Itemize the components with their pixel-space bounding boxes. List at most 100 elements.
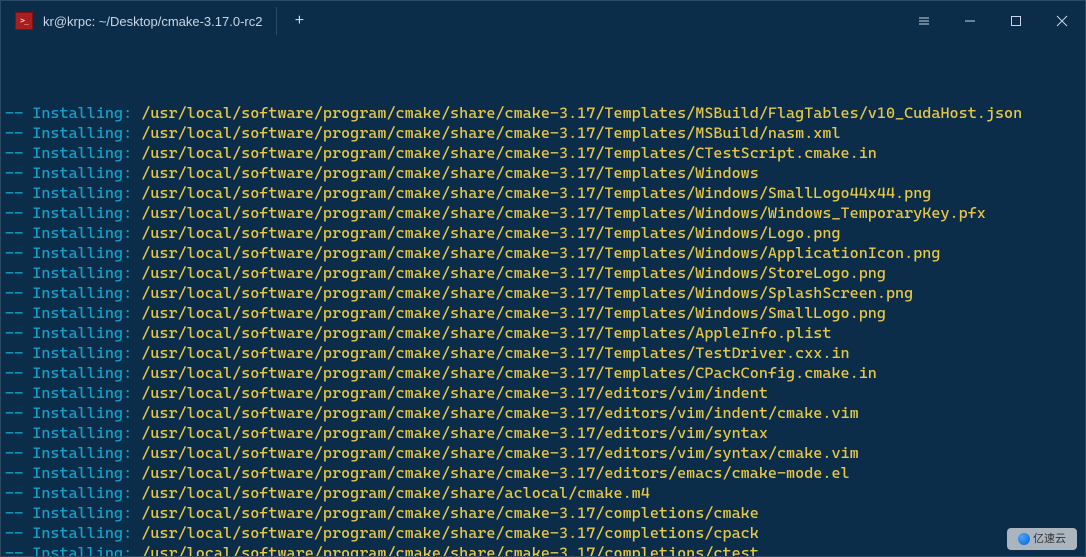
install-dashes: -- bbox=[5, 284, 32, 302]
install-dashes: -- bbox=[5, 144, 32, 162]
install-path: /usr/local/software/program/cmake/share/… bbox=[141, 184, 931, 202]
minimize-button[interactable] bbox=[947, 1, 993, 41]
install-dashes: -- bbox=[5, 204, 32, 222]
output-line: -- Installing: /usr/local/software/progr… bbox=[5, 543, 1081, 556]
install-path: /usr/local/software/program/cmake/share/… bbox=[141, 144, 877, 162]
titlebar-drag-area[interactable] bbox=[321, 1, 901, 41]
install-dashes: -- bbox=[5, 464, 32, 482]
install-label: Installing: bbox=[32, 284, 141, 302]
tab-active[interactable]: kr@krpc: ~/Desktop/cmake-3.17.0-rc2 bbox=[1, 1, 276, 41]
watermark-text: 亿速云 bbox=[1033, 529, 1066, 549]
install-label: Installing: bbox=[32, 244, 141, 262]
menu-button[interactable] bbox=[901, 1, 947, 41]
install-dashes: -- bbox=[5, 444, 32, 462]
install-dashes: -- bbox=[5, 524, 32, 542]
output-line: -- Installing: /usr/local/software/progr… bbox=[5, 363, 1081, 383]
install-path: /usr/local/software/program/cmake/share/… bbox=[141, 544, 759, 556]
install-label: Installing: bbox=[32, 304, 141, 322]
install-path: /usr/local/software/program/cmake/share/… bbox=[141, 504, 759, 522]
install-path: /usr/local/software/program/cmake/share/… bbox=[141, 224, 840, 242]
install-path: /usr/local/software/program/cmake/share/… bbox=[141, 444, 858, 462]
install-dashes: -- bbox=[5, 184, 32, 202]
install-path: /usr/local/software/program/cmake/share/… bbox=[141, 464, 849, 482]
minimize-icon bbox=[964, 15, 976, 27]
output-line: -- Installing: /usr/local/software/progr… bbox=[5, 463, 1081, 483]
output-line: -- Installing: /usr/local/software/progr… bbox=[5, 163, 1081, 183]
install-path: /usr/local/software/program/cmake/share/… bbox=[141, 124, 840, 142]
output-line: -- Installing: /usr/local/software/progr… bbox=[5, 103, 1081, 123]
close-button[interactable] bbox=[1039, 1, 1085, 41]
install-path: /usr/local/software/program/cmake/share/… bbox=[141, 524, 759, 542]
install-label: Installing: bbox=[32, 224, 141, 242]
maximize-button[interactable] bbox=[993, 1, 1039, 41]
install-path: /usr/local/software/program/cmake/share/… bbox=[141, 264, 886, 282]
install-dashes: -- bbox=[5, 224, 32, 242]
install-label: Installing: bbox=[32, 324, 141, 342]
output-line: -- Installing: /usr/local/software/progr… bbox=[5, 303, 1081, 323]
install-dashes: -- bbox=[5, 124, 32, 142]
install-dashes: -- bbox=[5, 404, 32, 422]
install-label: Installing: bbox=[32, 544, 141, 556]
tab-title: kr@krpc: ~/Desktop/cmake-3.17.0-rc2 bbox=[43, 14, 262, 29]
install-path: /usr/local/software/program/cmake/share/… bbox=[141, 384, 768, 402]
install-dashes: -- bbox=[5, 244, 32, 262]
install-dashes: -- bbox=[5, 384, 32, 402]
install-label: Installing: bbox=[32, 424, 141, 442]
output-line: -- Installing: /usr/local/software/progr… bbox=[5, 383, 1081, 403]
output-line: -- Installing: /usr/local/software/progr… bbox=[5, 243, 1081, 263]
output-line: -- Installing: /usr/local/software/progr… bbox=[5, 423, 1081, 443]
window-controls bbox=[901, 1, 1085, 41]
output-line: -- Installing: /usr/local/software/progr… bbox=[5, 123, 1081, 143]
install-label: Installing: bbox=[32, 264, 141, 282]
install-label: Installing: bbox=[32, 144, 141, 162]
install-dashes: -- bbox=[5, 264, 32, 282]
install-dashes: -- bbox=[5, 484, 32, 502]
output-line: -- Installing: /usr/local/software/progr… bbox=[5, 283, 1081, 303]
install-dashes: -- bbox=[5, 364, 32, 382]
watermark-icon bbox=[1018, 533, 1030, 545]
output-line: -- Installing: /usr/local/software/progr… bbox=[5, 183, 1081, 203]
output-line: -- Installing: /usr/local/software/progr… bbox=[5, 343, 1081, 363]
install-label: Installing: bbox=[32, 444, 141, 462]
install-label: Installing: bbox=[32, 484, 141, 502]
install-path: /usr/local/software/program/cmake/share/… bbox=[141, 284, 913, 302]
install-path: /usr/local/software/program/cmake/share/… bbox=[141, 324, 831, 342]
install-label: Installing: bbox=[32, 104, 141, 122]
install-path: /usr/local/software/program/cmake/share/… bbox=[141, 204, 986, 222]
install-path: /usr/local/software/program/cmake/share/… bbox=[141, 364, 877, 382]
install-path: /usr/local/software/program/cmake/share/… bbox=[141, 484, 650, 502]
output-line: -- Installing: /usr/local/software/progr… bbox=[5, 523, 1081, 543]
output-line: -- Installing: /usr/local/software/progr… bbox=[5, 223, 1081, 243]
output-line: -- Installing: /usr/local/software/progr… bbox=[5, 503, 1081, 523]
watermark: 亿速云 bbox=[1007, 528, 1077, 550]
install-label: Installing: bbox=[32, 364, 141, 382]
install-path: /usr/local/software/program/cmake/share/… bbox=[141, 244, 940, 262]
output-line: -- Installing: /usr/local/software/progr… bbox=[5, 143, 1081, 163]
install-label: Installing: bbox=[32, 404, 141, 422]
install-label: Installing: bbox=[32, 464, 141, 482]
output-line: -- Installing: /usr/local/software/progr… bbox=[5, 403, 1081, 423]
install-label: Installing: bbox=[32, 124, 141, 142]
install-dashes: -- bbox=[5, 304, 32, 322]
install-dashes: -- bbox=[5, 344, 32, 362]
install-label: Installing: bbox=[32, 164, 141, 182]
titlebar[interactable]: kr@krpc: ~/Desktop/cmake-3.17.0-rc2 + bbox=[1, 1, 1085, 41]
install-path: /usr/local/software/program/cmake/share/… bbox=[141, 164, 759, 182]
output-line: -- Installing: /usr/local/software/progr… bbox=[5, 203, 1081, 223]
install-label: Installing: bbox=[32, 184, 141, 202]
install-dashes: -- bbox=[5, 424, 32, 442]
install-dashes: -- bbox=[5, 324, 32, 342]
install-dashes: -- bbox=[5, 504, 32, 522]
install-dashes: -- bbox=[5, 104, 32, 122]
install-dashes: -- bbox=[5, 544, 32, 556]
terminal-output[interactable]: -- Installing: /usr/local/software/progr… bbox=[1, 41, 1085, 556]
new-tab-button[interactable]: + bbox=[277, 1, 321, 41]
install-dashes: -- bbox=[5, 164, 32, 182]
output-line: -- Installing: /usr/local/software/progr… bbox=[5, 443, 1081, 463]
terminal-window: kr@krpc: ~/Desktop/cmake-3.17.0-rc2 + bbox=[0, 0, 1086, 557]
output-line: -- Installing: /usr/local/software/progr… bbox=[5, 483, 1081, 503]
close-icon bbox=[1056, 15, 1068, 27]
hamburger-icon bbox=[918, 15, 930, 27]
install-path: /usr/local/software/program/cmake/share/… bbox=[141, 344, 849, 362]
install-path: /usr/local/software/program/cmake/share/… bbox=[141, 104, 1022, 122]
